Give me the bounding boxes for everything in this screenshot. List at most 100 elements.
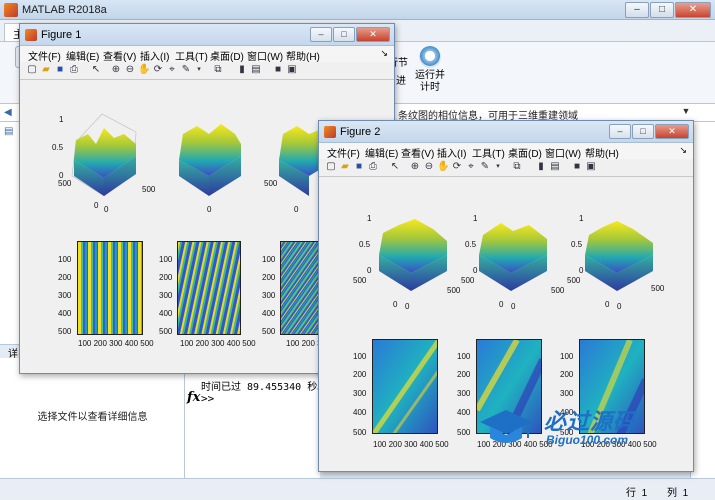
menu-help[interactable]: 帮助(H) [286,48,320,63]
maximize-icon[interactable]: □ [333,27,355,42]
hide-plot-tools-icon[interactable]: ■ [272,64,284,76]
figure-2-titlebar[interactable]: Figure 2 – □ ✕ [319,121,693,143]
close-icon[interactable]: ✕ [356,27,390,42]
colorbar-icon[interactable]: ▮ [236,64,248,76]
z-tick: 1 [473,214,478,223]
x-tick: 0 [617,302,622,311]
y-tick: 300 [262,291,276,300]
new-figure-icon[interactable]: ▢ [26,64,38,76]
menu-file[interactable]: 文件(F) [327,145,360,160]
menu-insert[interactable]: 插入(I) [437,145,466,160]
link-plot-icon[interactable]: ⧉ [212,64,224,76]
chevron-down-icon[interactable]: ▼ [679,106,693,120]
maximize-icon[interactable]: □ [632,124,654,139]
run-and-time-button[interactable]: 运行并 计时 [408,46,452,94]
legend-icon[interactable]: ▤ [250,64,262,76]
menu-tools[interactable]: 工具(T) [175,48,208,63]
x-tick: 0 [511,302,516,311]
zoom-out-icon[interactable]: ⊖ [423,161,435,173]
pan-icon[interactable]: ✋ [437,161,449,173]
link-plot-icon[interactable]: ⧉ [511,161,523,173]
menu-window[interactable]: 窗口(W) [545,145,581,160]
menu-file[interactable]: 文件(F) [28,48,61,63]
print-icon[interactable]: ⎙ [68,64,80,76]
open-file-icon[interactable]: ▰ [339,161,351,173]
z-tick: 0.5 [571,240,583,249]
cursor-row-indicator: 行 1 [626,488,648,499]
x-tick: 0 [207,205,212,214]
figure-1-menubar: 文件(F) 编辑(E) 查看(V) 插入(I) 工具(T) 桌面(D) 窗口(W… [20,46,394,63]
chevron-down-icon[interactable]: ▾ [492,161,504,173]
advance-label[interactable]: 进 [396,72,406,87]
chevron-down-icon[interactable]: ▾ [193,64,205,76]
y-tick: 500 [567,276,581,285]
minimize-icon[interactable]: – [625,2,649,18]
menu-overflow-icon[interactable]: ↘ [679,145,687,156]
figure-icon [25,29,37,41]
menu-desktop[interactable]: 桌面(D) [210,48,244,63]
z-tick: 0.5 [52,143,64,152]
surface-plot-1 [379,219,447,291]
status-bar: 行 1 列 1 [0,478,715,500]
menu-edit[interactable]: 编辑(E) [365,145,398,160]
print-icon[interactable]: ⎙ [367,161,379,173]
y-tick: 200 [58,273,72,282]
show-plot-tools-icon[interactable]: ▣ [286,64,298,76]
menu-tools[interactable]: 工具(T) [472,145,505,160]
rotate-3d-icon[interactable]: ⟳ [451,161,463,173]
matlab-logo-icon [4,3,18,17]
open-file-icon[interactable]: ▰ [40,64,52,76]
fringe-image-1 [77,241,143,335]
figure-1-titlebar[interactable]: Figure 1 – □ ✕ [20,24,394,46]
menu-view[interactable]: 查看(V) [103,48,136,63]
menu-desktop[interactable]: 桌面(D) [508,145,542,160]
y-tick: 300 [58,291,72,300]
show-plot-tools-icon[interactable]: ▣ [585,161,597,173]
data-cursor-icon[interactable]: ⌖ [166,64,178,76]
minimize-icon[interactable]: – [609,124,631,139]
x-tick: 500 [551,286,565,295]
y-tick: 200 [457,370,471,379]
zoom-in-icon[interactable]: ⊕ [409,161,421,173]
z-tick: 0.5 [359,240,371,249]
y-tick: 300 [457,389,471,398]
data-cursor-icon[interactable]: ⌖ [465,161,477,173]
menu-insert[interactable]: 插入(I) [140,48,169,63]
figure-2-menubar: 文件(F) 编辑(E) 查看(V) 插入(I) 工具(T) 桌面(D) 窗口(W… [319,143,693,160]
function-browser-icon[interactable]: fx [187,390,200,405]
close-icon[interactable]: ✕ [655,124,689,139]
brush-icon[interactable]: ✎ [479,161,491,173]
x-tick: 0 [405,302,410,311]
menu-window[interactable]: 窗口(W) [247,48,283,63]
brush-icon[interactable]: ✎ [180,64,192,76]
colorbar-icon[interactable]: ▮ [535,161,547,173]
legend-icon[interactable]: ▤ [549,161,561,173]
command-window[interactable]: 时间已过 89.455340 秒。 fx >> [185,370,327,478]
close-icon[interactable]: ✕ [675,2,711,18]
hide-plot-tools-icon[interactable]: ■ [571,161,583,173]
zoom-in-icon[interactable]: ⊕ [110,64,122,76]
new-figure-icon[interactable]: ▢ [325,161,337,173]
zoom-out-icon[interactable]: ⊖ [124,64,136,76]
figure-icon [324,126,336,138]
menu-overflow-icon[interactable]: ↘ [380,48,388,59]
y-tick: 400 [58,309,72,318]
rotate-3d-icon[interactable]: ⟳ [152,64,164,76]
menu-help[interactable]: 帮助(H) [585,145,619,160]
matlab-titlebar: MATLAB R2018a – □ ✕ [0,0,715,20]
pan-icon[interactable]: ✋ [138,64,150,76]
y-tick: 500 [264,179,278,188]
save-icon[interactable]: ■ [54,64,66,76]
edit-plot-icon[interactable]: ↖ [90,64,102,76]
back-icon[interactable]: ◀ [4,107,12,118]
minimize-icon[interactable]: – [310,27,332,42]
figure-2-window-controls: – □ ✕ [609,124,689,139]
menu-edit[interactable]: 编辑(E) [66,48,99,63]
maximize-icon[interactable]: □ [650,2,674,18]
edit-plot-icon[interactable]: ↖ [389,161,401,173]
save-icon[interactable]: ■ [353,161,365,173]
menu-view[interactable]: 查看(V) [401,145,434,160]
figure-1-title: Figure 1 [41,29,82,41]
y-tick: 100 [262,255,276,264]
matlab-window-controls: – □ ✕ [625,2,711,18]
